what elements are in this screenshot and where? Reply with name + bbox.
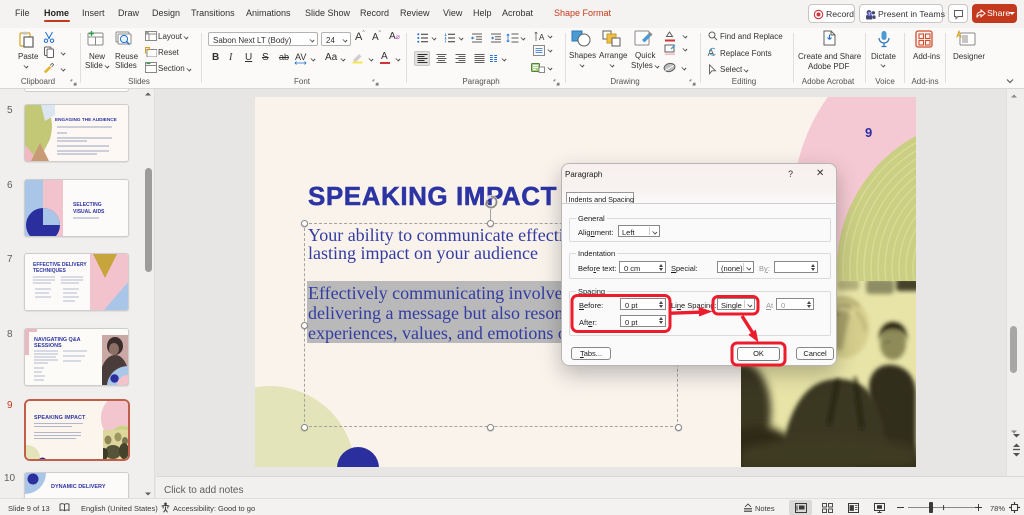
svg-text:ENGAGING THE AUDIENCE: ENGAGING THE AUDIENCE [55, 117, 117, 122]
svg-text:SPEAKING IMPACT: SPEAKING IMPACT [34, 415, 86, 421]
svg-text:T: T [868, 11, 871, 16]
svg-text:SESSIONS: SESSIONS [34, 343, 62, 349]
svg-text:VISUAL AIDS: VISUAL AIDS [73, 209, 105, 215]
svg-text:TECHNIQUES: TECHNIQUES [33, 268, 66, 274]
svg-text:SELECTING: SELECTING [73, 202, 102, 208]
svg-text:DYNAMIC DELIVERY: DYNAMIC DELIVERY [51, 484, 106, 490]
svg-text:A: A [539, 33, 545, 42]
